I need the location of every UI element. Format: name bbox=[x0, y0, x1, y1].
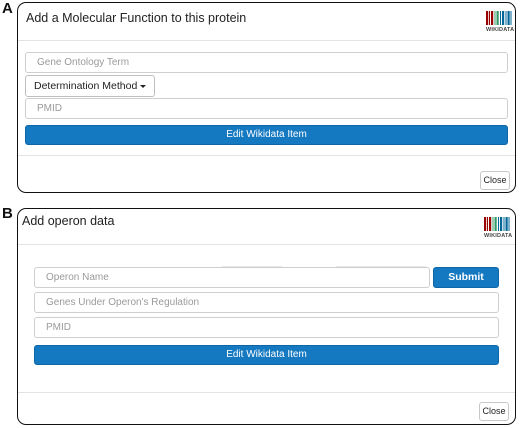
wikidata-barcode-icon bbox=[486, 11, 512, 25]
determination-method-dropdown[interactable]: Determination Method bbox=[25, 75, 156, 97]
modal-footer: Close bbox=[18, 392, 515, 424]
edit-wikidata-item-button[interactable]: Edit Wikidata Item bbox=[34, 345, 499, 365]
dropdown-label: Determination Method bbox=[34, 80, 138, 92]
close-button[interactable]: Close bbox=[480, 171, 510, 190]
pmid-input[interactable] bbox=[34, 317, 499, 338]
edit-wikidata-item-button[interactable]: Edit Wikidata Item bbox=[25, 125, 508, 145]
genes-under-regulation-input[interactable] bbox=[34, 292, 499, 313]
panel-letter-a: A bbox=[2, 0, 13, 17]
operon-name-input[interactable] bbox=[34, 267, 430, 288]
caret-down-icon bbox=[140, 84, 147, 88]
modal-footer: Close bbox=[18, 155, 515, 192]
operon-modal: Add operon data WIKIDATA Submit Edit Wik… bbox=[17, 208, 516, 425]
submit-button[interactable]: Submit bbox=[433, 267, 499, 288]
molecular-function-modal: Add a Molecular Function to this protein… bbox=[17, 2, 516, 193]
modal-title: Add a Molecular Function to this protein bbox=[26, 11, 247, 25]
wikidata-barcode-icon bbox=[484, 217, 510, 231]
modal-header: Add a Molecular Function to this protein… bbox=[18, 3, 515, 41]
go-term-input[interactable] bbox=[25, 52, 508, 73]
wikidata-logo: WIKIDATA bbox=[484, 215, 513, 241]
close-button[interactable]: Close bbox=[479, 402, 509, 421]
panel-letter-b: B bbox=[2, 205, 13, 222]
wikidata-logo: WIKIDATA bbox=[486, 9, 515, 35]
pmid-input[interactable] bbox=[25, 98, 508, 119]
wikidata-logo-text: WIKIDATA bbox=[484, 233, 513, 239]
wikidata-logo-text: WIKIDATA bbox=[486, 27, 515, 33]
modal-title: Add operon data bbox=[22, 214, 115, 228]
modal-header: Add operon data WIKIDATA bbox=[18, 209, 515, 245]
